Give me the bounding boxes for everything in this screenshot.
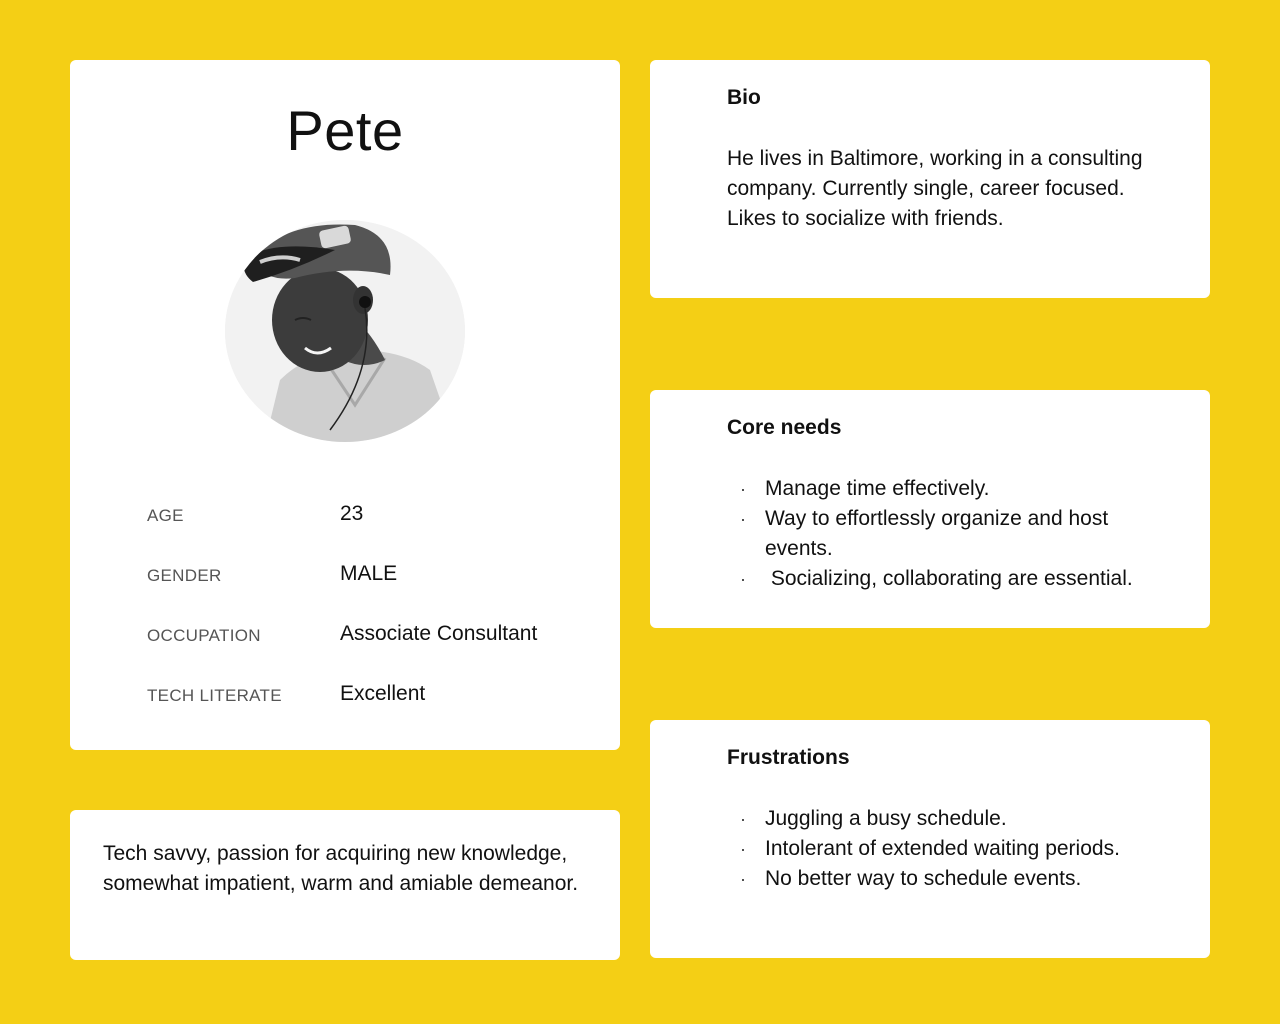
gender-value: MALE [340, 562, 398, 585]
bullet-icon: · [740, 839, 746, 859]
frustration-item: · Juggling a busy schedule. [740, 804, 1160, 834]
core-need-item: · Way to effortlessly organize and host … [740, 504, 1160, 564]
occupation-value: Associate Consultant [340, 622, 538, 645]
attribute-row-age: AGE 23 [147, 500, 587, 530]
frustrations-title: Frustrations [727, 746, 850, 769]
core-need-text: Socializing, collaborating are essential… [765, 567, 1133, 590]
age-label: AGE [147, 506, 184, 525]
core-need-text: Manage time effectively. [765, 477, 990, 500]
frustration-text: Juggling a busy schedule. [765, 807, 1007, 830]
core-need-item: · Manage time effectively. [740, 474, 1160, 504]
core-needs-card: Core needs · Manage time effectively. · … [650, 390, 1210, 628]
bio-title: Bio [727, 86, 761, 109]
age-value: 23 [340, 502, 364, 525]
frustration-text: Intolerant of extended waiting periods. [765, 837, 1120, 860]
frustrations-list: · Juggling a busy schedule. · Intolerant… [740, 804, 1160, 894]
core-needs-title: Core needs [727, 416, 842, 439]
bio-text: He lives in Baltimore, working in a cons… [727, 147, 1143, 230]
core-need-text: Way to effortlessly organize and host ev… [765, 507, 1109, 560]
frustration-item: · No better way to schedule events. [740, 864, 1160, 894]
tech-literate-value: Excellent [340, 682, 426, 705]
personality-summary-text: Tech savvy, passion for acquiring new kn… [103, 842, 579, 895]
frustration-item: · Intolerant of extended waiting periods… [740, 834, 1160, 864]
attribute-row-gender: GENDER MALE [147, 560, 587, 590]
attribute-row-tech-literate: TECH LITERATE Excellent [147, 680, 587, 710]
bullet-icon: · [740, 569, 746, 589]
bullet-icon: · [740, 509, 746, 529]
bio-card: Bio He lives in Baltimore, working in a … [650, 60, 1210, 298]
bullet-icon: · [740, 479, 746, 499]
avatar-photo [225, 220, 465, 442]
occupation-label: OCCUPATION [147, 626, 261, 645]
tech-literate-label: TECH LITERATE [147, 686, 282, 705]
personality-summary-card: Tech savvy, passion for acquiring new kn… [70, 810, 620, 960]
frustrations-card: Frustrations · Juggling a busy schedule.… [650, 720, 1210, 958]
gender-label: GENDER [147, 566, 222, 585]
persona-name: Pete [286, 99, 404, 162]
core-needs-list: · Manage time effectively. · Way to effo… [740, 474, 1160, 594]
attribute-row-occupation: OCCUPATION Associate Consultant [147, 620, 587, 650]
profile-card: Pete AGE 23 GENDER MALE OCCUPATION Assoc… [70, 60, 620, 750]
core-need-item: · Socializing, collaborating are essenti… [740, 564, 1160, 594]
bullet-icon: · [740, 869, 746, 889]
frustration-text: No better way to schedule events. [765, 867, 1082, 890]
bullet-icon: · [740, 809, 746, 829]
